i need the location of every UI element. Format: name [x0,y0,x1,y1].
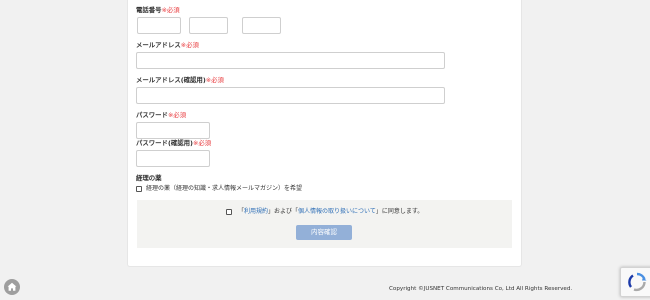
email-input[interactable] [136,52,445,69]
phone-label: 電話番号※必須 [136,6,180,14]
password-confirm-input[interactable] [136,150,210,167]
home-icon-glyph [7,282,17,291]
privacy-link[interactable]: 個人情報の取り扱いについて [298,208,376,215]
required-mark: ※必須 [205,76,224,84]
required-mark: ※必須 [192,139,212,147]
email-confirm-label: メールアドレス(確認用)※必須 [136,76,224,84]
password-input[interactable] [136,122,210,139]
phone-part3-input[interactable] [242,17,281,34]
newsletter-checkbox[interactable] [136,186,142,192]
terms-link[interactable]: 利用規約 [244,208,268,215]
password-label: パスワード※必須 [136,111,187,119]
required-mark: ※必須 [180,41,199,49]
password-confirm-label: パスワード(確認用)※必須 [136,139,212,147]
recaptcha-icon[interactable] [620,267,650,297]
phone-part1-input[interactable] [137,17,181,34]
email-label: メールアドレス※必須 [136,41,199,49]
required-mark: ※必須 [161,6,180,14]
newsletter-label: 経理の薬 [136,174,162,182]
confirm-button[interactable]: 内容確認 [296,225,352,240]
home-icon[interactable] [4,279,20,295]
phone-part2-input[interactable] [189,17,228,34]
recaptcha-logo [628,272,647,292]
required-mark: ※必須 [167,111,187,119]
newsletter-option-text: 経理の薬（経理の知識・求人情報メールマガジン）を希望 [146,185,303,192]
copyright-text: Copyright ©JUSNET Communications Co, Ltd… [389,286,573,292]
agreement-checkbox[interactable] [226,209,232,215]
agreement-text: 「利用規約」および「個人情報の取り扱いについて」に同意します。 [238,208,424,215]
email-confirm-input[interactable] [136,87,445,104]
